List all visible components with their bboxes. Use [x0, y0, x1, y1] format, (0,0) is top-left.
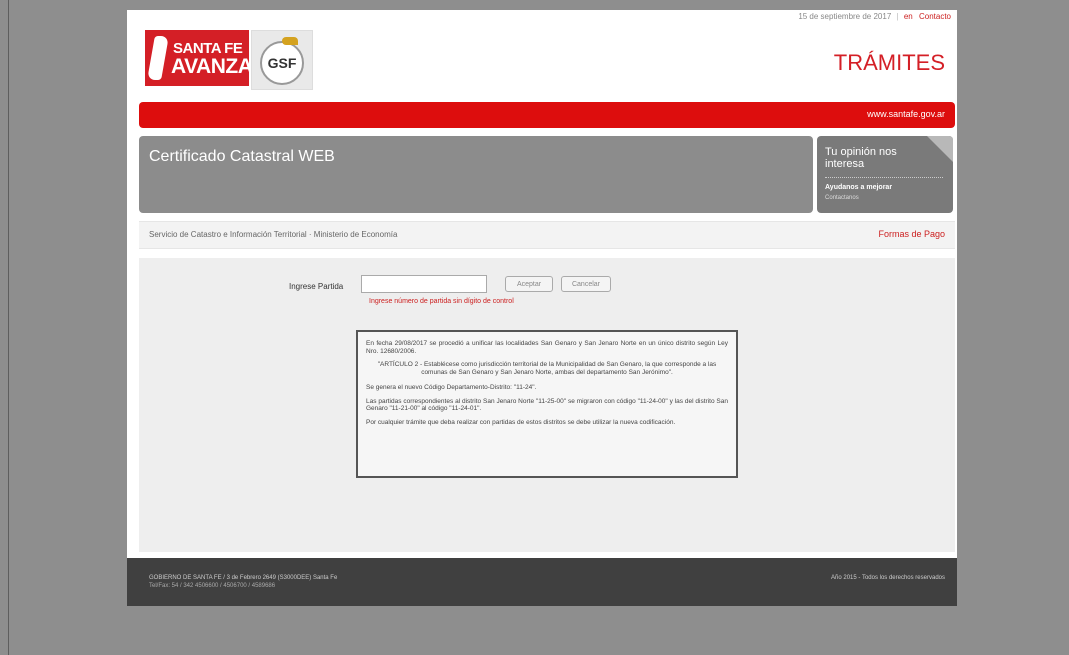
notice-paragraph: En fecha 29/08/2017 se procedió a unific… [366, 340, 728, 355]
divider [825, 177, 943, 178]
section-title: TRÁMITES [833, 50, 945, 75]
gsf-logo: GSF [251, 30, 313, 90]
santa-fe-avanza-logo[interactable]: SANTA FE AVANZA [145, 30, 253, 86]
current-date: 15 de septiembre de 2017 [798, 12, 892, 21]
opinion-cta: Ayudanos a mejorar [825, 184, 893, 191]
separator: | [896, 12, 899, 21]
page-banner: Certificado Catastral WEB [139, 136, 813, 213]
footer-phone: Tel/Fax: 54 / 342 4506600 / 4506700 / 45… [149, 583, 276, 589]
opinion-box[interactable]: Tu opinión nos interesa Ayudanos a mejor… [817, 136, 953, 213]
footer-address: GOBIERNO DE SANTA FE / 3 de Febrero 2649… [149, 575, 338, 581]
notice-box: En fecha 29/08/2017 se procedió a unific… [356, 330, 738, 478]
service-label: Servicio de Catastro e Información Terri… [149, 230, 398, 239]
opinion-heading: Tu opinión nos interesa [825, 146, 897, 170]
cancel-button[interactable]: Cancelar [561, 276, 611, 292]
language-link[interactable]: en [904, 12, 913, 21]
breadcrumb: Servicio de Catastro e Información Terri… [139, 221, 955, 249]
page-container: 15 de septiembre de 2017 | en Contacto S… [127, 10, 957, 606]
notice-paragraph: Por cualquier trámite que deba realizar … [366, 418, 676, 426]
gsf-emblem: GSF [260, 41, 304, 85]
page-title: Certificado Catastral WEB [149, 148, 335, 165]
red-nav-bar: www.santafe.gov.ar [139, 102, 955, 128]
partida-label: Ingrese Partida [289, 282, 344, 291]
contact-link[interactable]: Contacto [919, 12, 951, 21]
notice-paragraph: "ARTÍCULO 2 - Establécese como jurisdicc… [377, 361, 717, 376]
opinion-contact: Contactanos [825, 195, 859, 201]
payment-methods-link[interactable]: Formas de Pago [878, 229, 945, 239]
top-utility-bar: 15 de septiembre de 2017 | en Contacto [798, 12, 951, 21]
input-hint: Ingrese número de partida sin dígito de … [369, 298, 514, 305]
footer: GOBIERNO DE SANTA FE / 3 de Febrero 2649… [127, 558, 957, 606]
main-content: Ingrese Partida Aceptar Cancelar Ingrese… [139, 258, 955, 552]
accept-button[interactable]: Aceptar [505, 276, 553, 292]
notice-paragraph: Las partidas correspondientes al distrit… [366, 397, 728, 413]
logo-line2: AVANZA [171, 55, 253, 78]
partida-input[interactable] [361, 275, 487, 293]
footer-copyright: Año 2015 - Todos los derechos reservados [831, 575, 945, 581]
swoosh-icon [282, 37, 298, 45]
site-url-link[interactable]: www.santafe.gov.ar [867, 109, 945, 119]
notice-paragraph: Se genera el nuevo Código Departamento-D… [366, 384, 537, 391]
page-fold-icon [927, 136, 953, 162]
flag-shape-icon [147, 36, 169, 80]
